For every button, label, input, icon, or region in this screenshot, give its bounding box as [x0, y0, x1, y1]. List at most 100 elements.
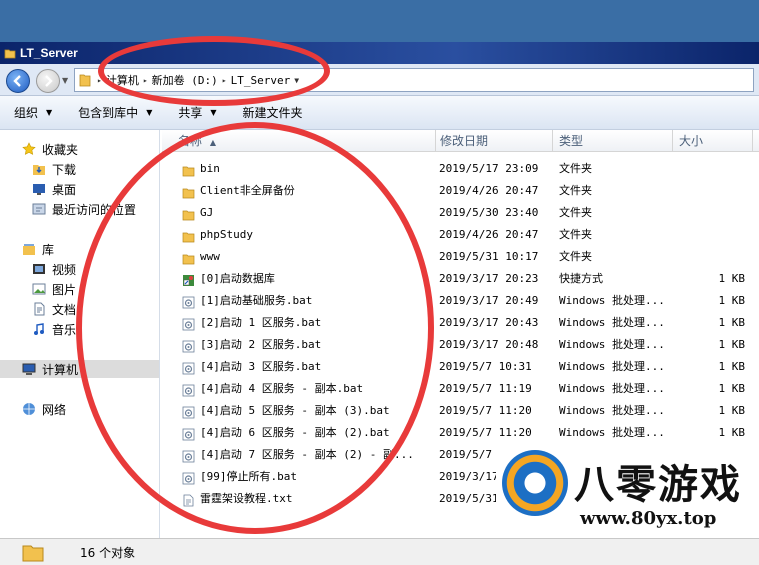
- sidebar-item-libraries[interactable]: 库: [22, 240, 54, 258]
- sidebar-item-pictures[interactable]: 图片: [32, 280, 76, 298]
- include-library-button[interactable]: 包含到库中 ▼: [64, 96, 164, 129]
- file-row[interactable]: [4]启动 3 区服务.bat 2019/5/7 10:31 Windows 批处理…: [162, 356, 759, 378]
- file-row[interactable]: Client非全屏备份 2019/4/26 20:47 文件夹: [162, 180, 759, 202]
- file-name-cell: [4]启动 4 区服务 - 副本.bat: [182, 378, 432, 400]
- batch-icon: [182, 471, 195, 484]
- file-row[interactable]: GJ 2019/5/30 23:40 文件夹: [162, 202, 759, 224]
- file-date: 2019/5/7 11:19: [439, 382, 532, 395]
- file-size: 1 KB: [718, 316, 746, 329]
- file-name: [2]启动 1 区服务.bat: [200, 316, 322, 329]
- crumb-computer[interactable]: 计算机: [106, 72, 139, 88]
- sidebar-item-network[interactable]: 网络: [22, 400, 66, 418]
- star-icon: [22, 142, 36, 155]
- folder-icon: [182, 185, 195, 198]
- column-header-name[interactable]: 名称 ▲: [172, 130, 436, 152]
- file-name: [4]启动 7 区服务 - 副本 (2) - 副...: [200, 448, 414, 461]
- window-title: LT_Server: [20, 46, 78, 60]
- file-row[interactable]: [1]启动基础服务.bat 2019/3/17 20:49 Windows 批处理.…: [162, 290, 759, 312]
- sidebar-item-computer[interactable]: 计算机: [22, 360, 78, 378]
- sidebar-item-desktop[interactable]: 桌面: [32, 180, 76, 198]
- file-name-cell: [4]启动 5 区服务 - 副本 (3).bat: [182, 400, 432, 422]
- file-name-cell: [4]启动 6 区服务 - 副本 (2).bat: [182, 422, 432, 444]
- batch-icon: [182, 383, 195, 396]
- file-row[interactable]: bin 2019/5/17 23:09 文件夹: [162, 158, 759, 180]
- file-name: [3]启动 2 区服务.bat: [200, 338, 322, 351]
- file-date: 2019/5/7 10:31: [439, 360, 532, 373]
- file-name: bin: [200, 162, 220, 175]
- file-row[interactable]: [3]启动 2 区服务.bat 2019/3/17 20:48 Windows 批处…: [162, 334, 759, 356]
- crumb-separator[interactable]: ▸: [143, 76, 148, 85]
- file-name: [4]启动 4 区服务 - 副本.bat: [200, 382, 364, 395]
- file-size: 1 KB: [718, 404, 746, 417]
- file-size: 1 KB: [718, 426, 746, 439]
- back-button[interactable]: [6, 69, 30, 93]
- batch-icon: [182, 317, 195, 330]
- sidebar-item-favorites[interactable]: 收藏夹: [22, 140, 78, 158]
- file-name-cell: [4]启动 3 区服务.bat: [182, 356, 432, 378]
- column-header-type[interactable]: 类型: [553, 130, 673, 152]
- crumb-drive[interactable]: 新加卷 (D:): [152, 72, 218, 88]
- sidebar-label: 文档: [52, 302, 77, 317]
- column-header-label: 大小: [679, 134, 704, 148]
- forward-button[interactable]: [36, 69, 60, 93]
- organize-label: 组织: [14, 106, 39, 120]
- file-size: 1 KB: [718, 294, 746, 307]
- file-row[interactable]: [4]启动 5 区服务 - 副本 (3).bat 2019/5/7 11:20 Wi…: [162, 400, 759, 422]
- file-row[interactable]: phpStudy 2019/4/26 20:47 文件夹: [162, 224, 759, 246]
- file-name-cell: [99]停止所有.bat: [182, 466, 432, 488]
- file-date: 2019/3/17 20:43: [439, 316, 539, 329]
- address-bar[interactable]: ▸ 计算机 ▸ 新加卷 (D:) ▸ LT_Server ▼: [74, 68, 754, 92]
- downloads-folder-icon: [33, 165, 45, 175]
- file-date: 2019/5/7 11:20: [439, 404, 532, 417]
- file-row[interactable]: [4]启动 4 区服务 - 副本.bat 2019/5/7 11:19 Window…: [162, 378, 759, 400]
- recent-pages-dropdown[interactable]: ▼: [62, 76, 68, 85]
- sidebar-item-music[interactable]: 音乐: [32, 320, 76, 338]
- sort-ascending-icon: ▲: [209, 138, 216, 147]
- file-name-cell: www: [182, 246, 432, 268]
- file-date: 2019/3/17 20:49: [439, 294, 539, 307]
- file-row[interactable]: [4]启动 6 区服务 - 副本 (2).bat 2019/5/7 11:20 Wi…: [162, 422, 759, 444]
- organize-button[interactable]: 组织 ▼: [0, 96, 64, 129]
- file-type: 文件夹: [559, 250, 592, 263]
- file-name-cell: [1]启动基础服务.bat: [182, 290, 432, 312]
- file-name: [4]启动 5 区服务 - 副本 (3).bat: [200, 404, 390, 417]
- crumb-separator[interactable]: ▸: [222, 76, 227, 85]
- chevron-down-icon: ▼: [46, 108, 53, 117]
- file-date: 2019/5/30 23:40: [439, 206, 539, 219]
- sidebar-item-documents[interactable]: 文档: [32, 300, 76, 318]
- desktop-icon: [33, 184, 45, 195]
- file-date: 2019/5/31 10:17: [439, 250, 539, 263]
- crumb-separator[interactable]: ▸: [97, 76, 102, 85]
- sidebar-item-videos[interactable]: 视频: [32, 260, 76, 278]
- file-name-cell: [4]启动 7 区服务 - 副本 (2) - 副...: [182, 444, 432, 466]
- share-button[interactable]: 共享 ▼: [164, 96, 228, 129]
- new-folder-label: 新建文件夹: [242, 106, 303, 120]
- column-header-date[interactable]: 修改日期: [434, 130, 553, 152]
- file-row[interactable]: www 2019/5/31 10:17 文件夹: [162, 246, 759, 268]
- file-name: phpStudy: [200, 228, 253, 241]
- sidebar-item-recent[interactable]: 最近访问的位置: [32, 200, 136, 218]
- sidebar-label: 收藏夹: [42, 142, 79, 157]
- include-library-label: 包含到库中: [78, 106, 139, 120]
- breadcrumb: ▸ 计算机 ▸ 新加卷 (D:) ▸ LT_Server ▼: [91, 72, 299, 88]
- chevron-down-icon: ▼: [146, 108, 153, 117]
- picture-icon: [32, 283, 46, 295]
- file-type: 文件夹: [559, 162, 592, 175]
- file-name-cell: Client非全屏备份: [182, 180, 432, 202]
- crumb-folder[interactable]: LT_Server: [231, 74, 291, 87]
- file-name: [4]启动 3 区服务.bat: [200, 360, 322, 373]
- batch-icon: [182, 449, 195, 462]
- video-icon: [33, 264, 45, 274]
- file-date: 2019/5/7 11:20: [439, 426, 532, 439]
- window-titlebar[interactable]: LT_Server: [0, 42, 759, 64]
- file-type: 文件夹: [559, 228, 592, 241]
- file-row[interactable]: [0]启动数据库 2019/3/17 20:23 快捷方式 1 KB: [162, 268, 759, 290]
- recent-places-icon: [32, 203, 46, 215]
- file-name: [99]停止所有.bat: [200, 470, 297, 483]
- new-folder-button[interactable]: 新建文件夹: [229, 96, 315, 129]
- file-type: Windows 批处理...: [559, 382, 665, 395]
- sidebar-item-downloads[interactable]: 下载: [32, 160, 76, 178]
- file-row[interactable]: [2]启动 1 区服务.bat 2019/3/17 20:43 Windows 批处…: [162, 312, 759, 334]
- column-header-size[interactable]: 大小: [673, 130, 753, 152]
- crumb-dropdown[interactable]: ▼: [294, 76, 299, 85]
